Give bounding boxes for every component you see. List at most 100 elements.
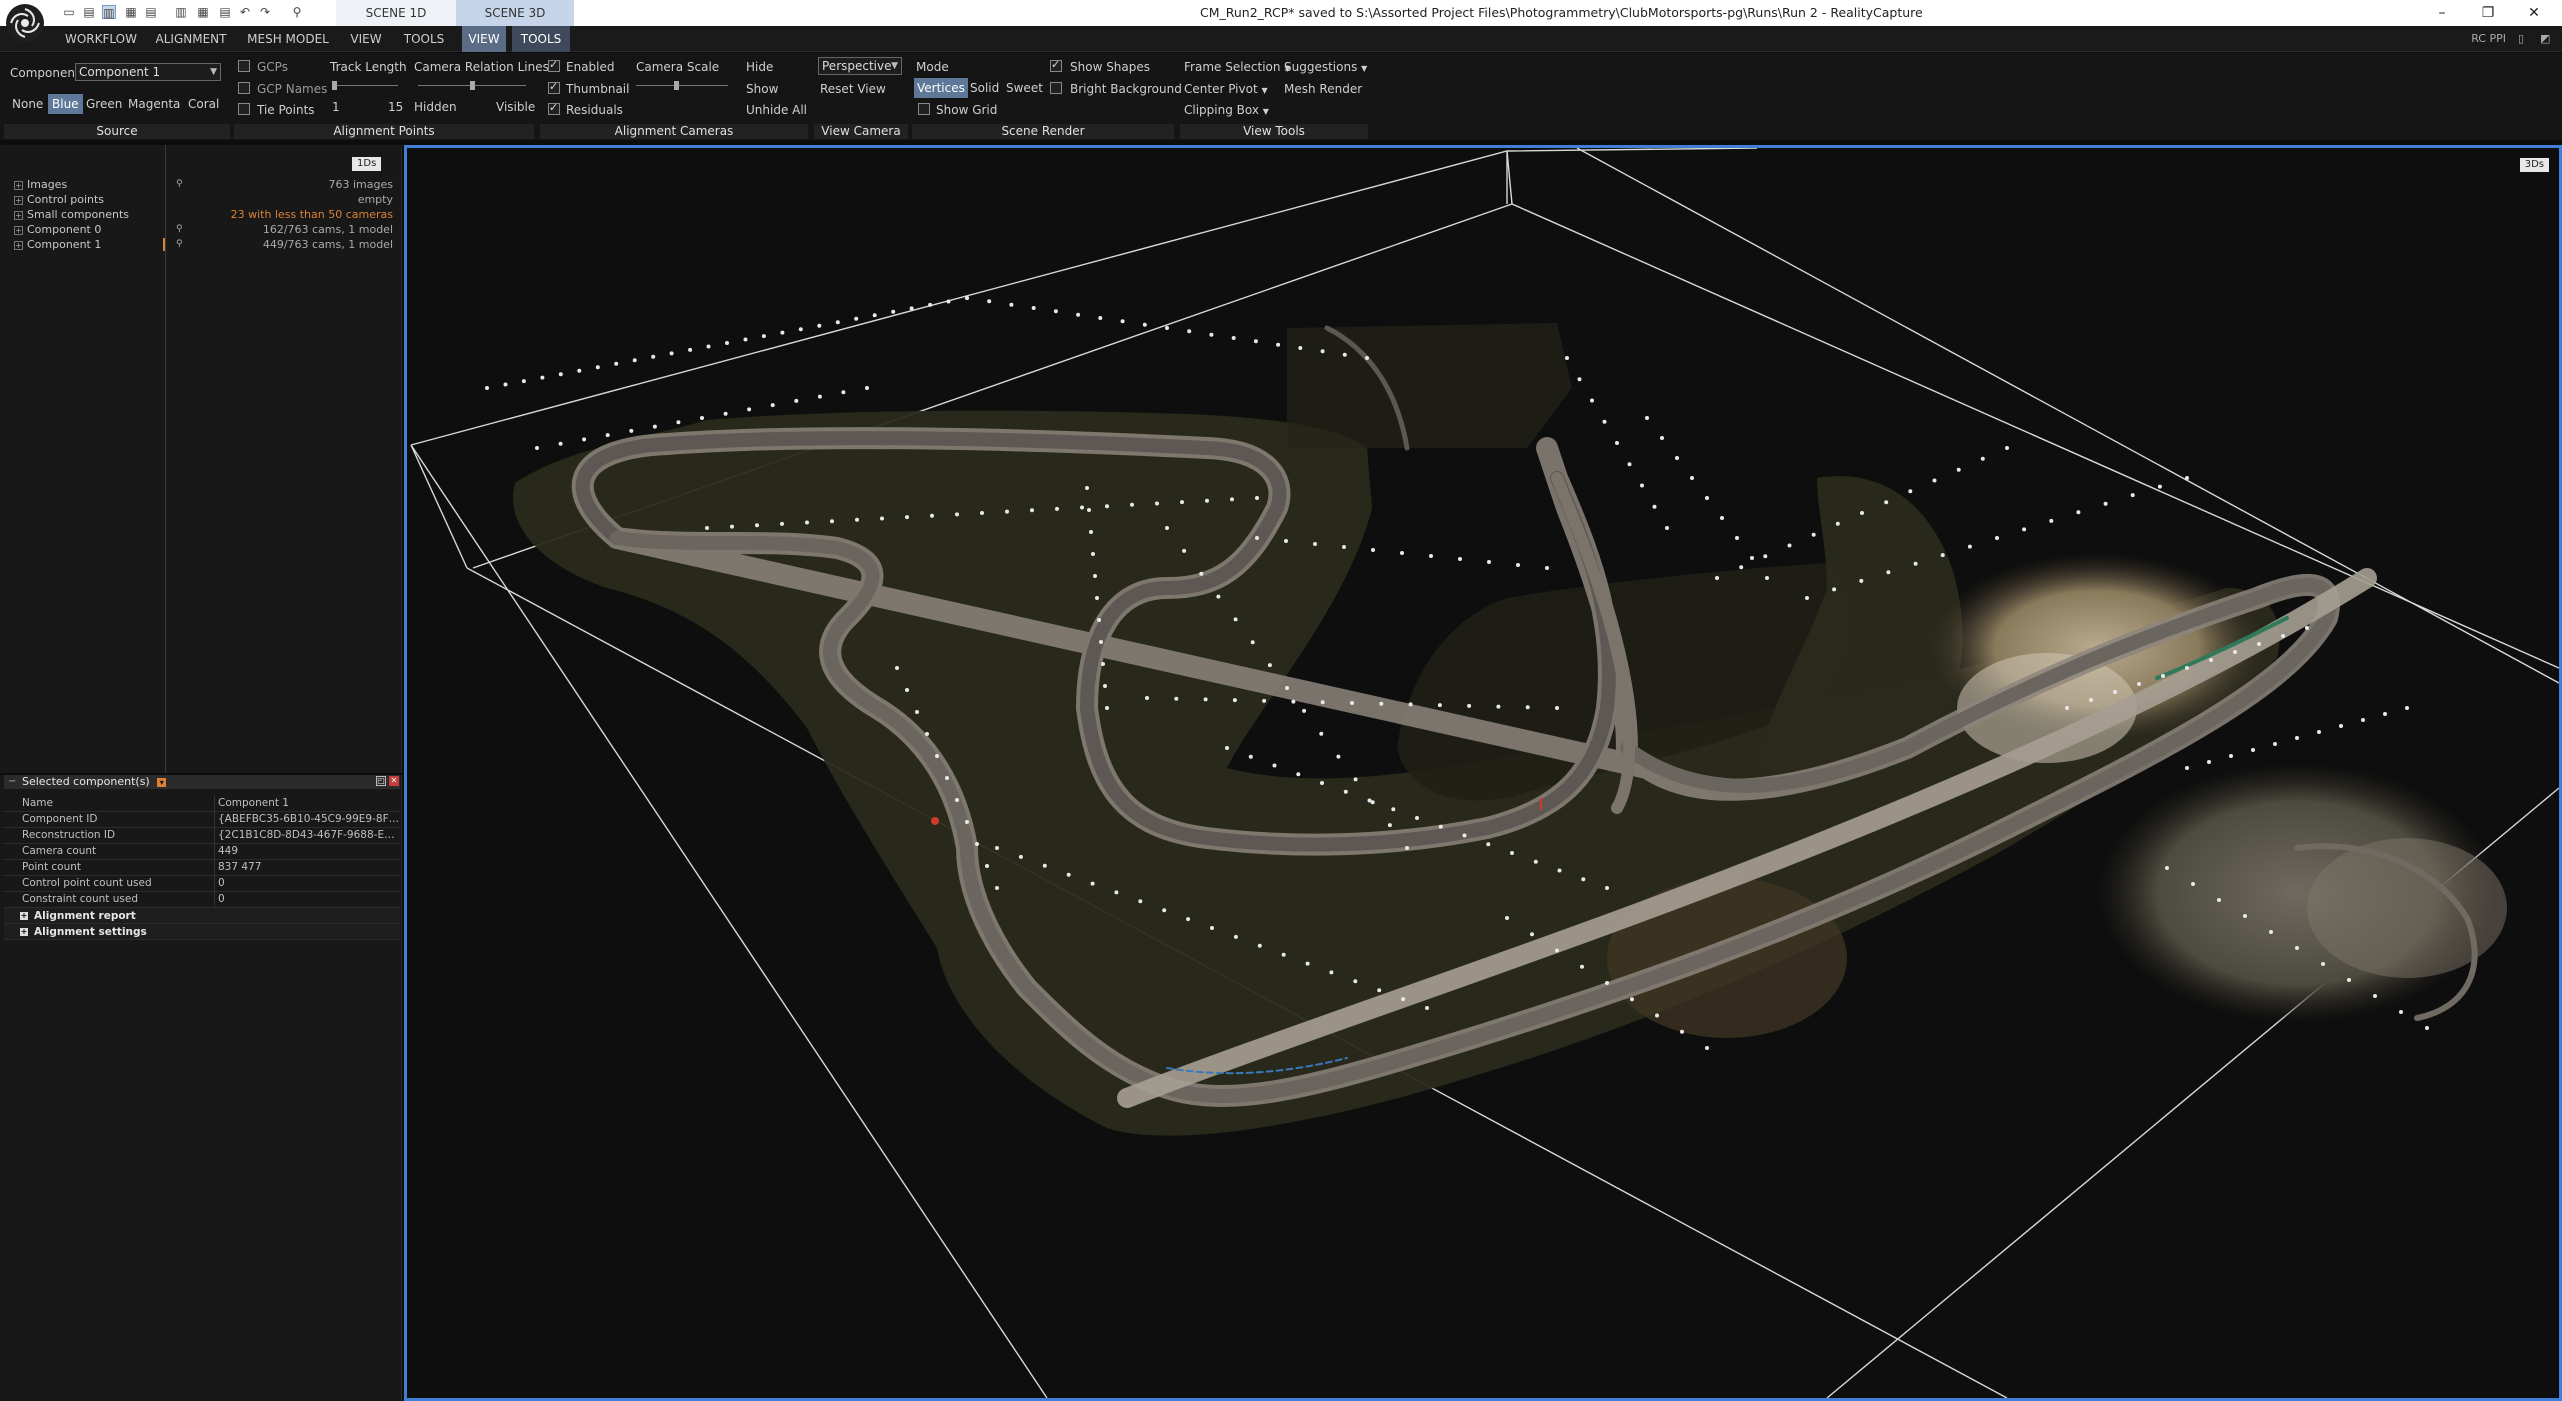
alignment-settings-section[interactable]: + Alignment settings <box>4 924 400 940</box>
tree-item-component-1[interactable]: + Component 1 <box>14 237 101 252</box>
camera-scale-label: Camera Scale <box>636 60 720 74</box>
restore-icon[interactable]: ❐ <box>2466 0 2510 26</box>
color-magenta-button[interactable]: Magenta <box>124 94 184 114</box>
camera-dot <box>1516 563 1520 567</box>
tab-scene-1d[interactable]: SCENE 1D <box>336 0 456 26</box>
projection-dropdown[interactable]: Perspective ▼ <box>818 57 902 75</box>
layout-2-icon[interactable]: ▥ <box>102 5 116 20</box>
frame-selection-button[interactable]: Frame Selection ▼ <box>1184 60 1291 74</box>
tree-item-control-points[interactable]: + Control points <box>14 192 104 207</box>
tie-points-checkbox[interactable] <box>238 103 250 115</box>
track-length-thumb[interactable] <box>332 81 337 90</box>
tab-scene-3d[interactable]: SCENE 3D <box>456 0 574 26</box>
rc-ppi-label[interactable]: RC PPI <box>2471 26 2506 52</box>
collapse-icon[interactable]: − <box>8 775 16 789</box>
expand-icon[interactable]: + <box>14 196 23 205</box>
menu-view-context[interactable]: VIEW <box>462 26 506 52</box>
camera-scale-slider[interactable] <box>636 85 728 86</box>
menu-tools[interactable]: TOOLS <box>396 26 452 52</box>
gcp-names-checkbox[interactable] <box>238 82 250 94</box>
layout-1-icon[interactable]: ▤ <box>82 5 96 19</box>
clipping-box-button[interactable]: Clipping Box ▼ <box>1184 103 1269 117</box>
tree-item-small-components[interactable]: + Small components <box>14 207 129 222</box>
color-blue-button[interactable]: Blue <box>48 94 83 114</box>
expand-icon[interactable]: + <box>14 181 23 190</box>
prop-value[interactable]: {ABEFBC35-6B10-45C9-99E9-8FCDCB... <box>214 812 400 827</box>
show-grid-checkbox[interactable] <box>918 103 930 115</box>
tree-item-component-0[interactable]: + Component 0 <box>14 222 101 237</box>
camera-dot <box>1367 798 1372 803</box>
prop-value[interactable]: {2C1B1C8D-8D43-467F-9688-EE4D3A7... <box>214 828 400 843</box>
camera-dot <box>2137 682 2141 686</box>
show-button[interactable]: Show <box>746 82 778 96</box>
layout-7-icon[interactable]: ▤ <box>218 5 232 19</box>
bright-background-checkbox[interactable] <box>1050 82 1062 94</box>
layout-3-icon[interactable]: ▦ <box>124 5 138 19</box>
track-length-slider[interactable] <box>332 85 398 86</box>
layout-6-icon[interactable]: ▦ <box>196 5 210 19</box>
app-logo-icon[interactable] <box>6 4 44 42</box>
camera-dot <box>2281 634 2285 638</box>
hide-button[interactable]: Hide <box>746 60 773 74</box>
show-shapes-checkbox[interactable] <box>1050 58 1062 72</box>
vertices-button[interactable]: Vertices <box>914 78 968 98</box>
camera-relation-lines-thumb[interactable] <box>470 81 475 90</box>
point-cloud-render[interactable] <box>407 148 2559 1398</box>
pin-icon[interactable]: ⚲ <box>176 222 183 237</box>
reset-view-button[interactable]: Reset View <box>820 82 886 96</box>
expand-icon[interactable]: + <box>14 241 23 250</box>
camera-dot <box>1438 824 1443 829</box>
expand-icon[interactable]: + <box>14 226 23 235</box>
camera-scale-thumb[interactable] <box>674 81 679 90</box>
camera-dot <box>1580 964 1584 969</box>
viewport-3d[interactable]: 3Ds <box>404 145 2562 1401</box>
menu-tools-context[interactable]: TOOLS <box>512 26 570 52</box>
tree-item-images[interactable]: + Images <box>14 177 67 192</box>
menu-mesh-model[interactable]: MESH MODEL <box>240 26 336 52</box>
color-coral-button[interactable]: Coral <box>184 94 223 114</box>
prop-value[interactable]: Component 1 <box>214 796 400 811</box>
enabled-checkbox[interactable] <box>548 58 560 72</box>
center-pivot-button[interactable]: Center Pivot ▼ <box>1184 82 1268 96</box>
settings-icon[interactable]: ◩ <box>2540 33 2552 45</box>
suggestions-button[interactable]: Suggestions ▼ <box>1284 60 1367 74</box>
solid-button[interactable]: Solid <box>970 78 999 98</box>
camera-dot <box>1525 705 1530 710</box>
camera-dot <box>2217 898 2221 902</box>
undo-icon[interactable]: ↶ <box>238 5 252 19</box>
camera-dot <box>1832 587 1837 592</box>
menu-workflow[interactable]: WORKFLOW <box>60 26 142 52</box>
undock-icon[interactable]: ◰ <box>376 776 386 786</box>
close-icon[interactable]: ✕ <box>389 776 399 786</box>
menu-view[interactable]: VIEW <box>344 26 388 52</box>
new-project-icon[interactable]: ▭ <box>62 5 76 19</box>
mesh-render-button[interactable]: Mesh Render <box>1284 82 1362 96</box>
close-icon[interactable]: ✕ <box>2512 0 2556 26</box>
pin-icon[interactable]: ⚲ <box>176 177 183 192</box>
gcps-checkbox[interactable] <box>238 60 250 72</box>
gcp-names-label: GCP Names <box>257 82 328 96</box>
sweet-button[interactable]: Sweet <box>1006 78 1043 98</box>
expand-icon[interactable]: + <box>20 928 28 936</box>
unhide-all-button[interactable]: Unhide All <box>746 103 807 117</box>
component-dropdown[interactable]: Component 1 ▼ <box>75 63 221 81</box>
help-icon[interactable]: ▯ <box>2518 33 2530 45</box>
badge-3ds[interactable]: 3Ds <box>2519 158 2549 172</box>
camera-dot <box>761 334 766 339</box>
camera-dot <box>1530 932 1534 937</box>
minimize-icon[interactable]: – <box>2420 0 2464 26</box>
redo-icon[interactable]: ↷ <box>258 5 272 19</box>
menu-alignment[interactable]: ALIGNMENT <box>150 26 232 52</box>
expand-icon[interactable]: + <box>14 211 23 220</box>
alignment-report-section[interactable]: + Alignment report <box>4 908 400 924</box>
badge-1ds[interactable]: 1Ds <box>352 157 382 171</box>
color-none-button[interactable]: None <box>8 94 47 114</box>
thumbnail-checkbox[interactable] <box>548 80 560 94</box>
expand-icon[interactable]: + <box>20 912 28 920</box>
pin-icon[interactable]: ⚲ <box>176 237 183 252</box>
color-green-button[interactable]: Green <box>82 94 126 114</box>
residuals-checkbox[interactable] <box>548 101 560 115</box>
layout-4-icon[interactable]: ▤ <box>144 5 158 19</box>
pin-icon[interactable]: ⚲ <box>290 5 304 19</box>
layout-5-icon[interactable]: ▥ <box>174 5 188 19</box>
